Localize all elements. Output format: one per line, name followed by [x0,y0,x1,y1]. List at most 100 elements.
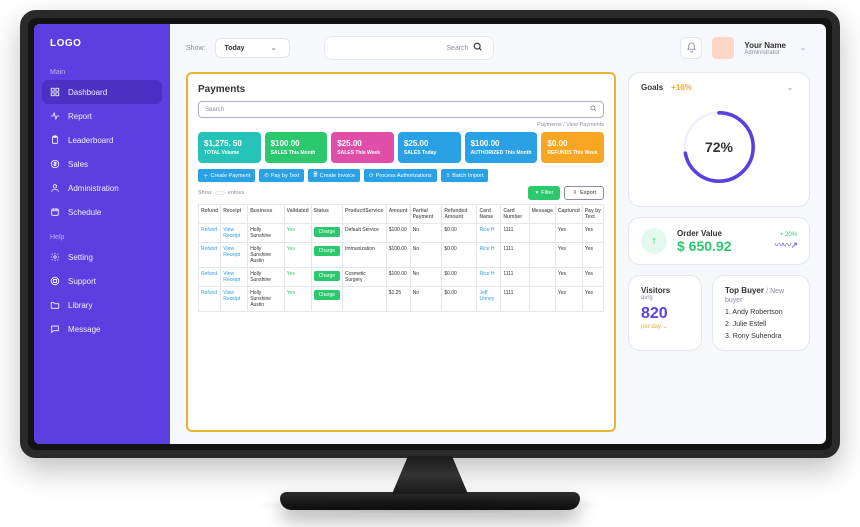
column-header[interactable]: Captured [555,205,582,224]
cell-pbt: Yes [582,268,603,287]
chevron-down-icon: ⌄ [267,44,281,52]
stat-card: $1,275. 50TOTAL Volume [198,132,261,163]
stat-card: $25.00SALES Today [398,132,461,163]
stat-value: $100.00 [471,139,532,148]
batch-import-button[interactable]: ⇪Batch Import [441,169,489,182]
cell-captured: Yes [555,224,582,243]
charge-button[interactable]: Charge [314,290,340,300]
process-authorizations-button[interactable]: ⟳Process Authorizations [364,169,437,182]
life-ring-icon [50,276,60,286]
sidebar-item-label: Library [68,301,92,310]
card-name-link[interactable]: Rice H [479,227,494,233]
order-value: $ 650.92 [677,238,764,254]
cell-pbt: Yes [582,287,603,312]
entries-select[interactable] [215,191,225,195]
payments-search[interactable]: Search [198,101,604,118]
card-name-link[interactable]: Rice H [479,271,494,277]
stat-card: $100.00SALES This Month [265,132,328,163]
cell-product: Immunization [343,243,387,268]
buyer-item: 1. Andy Robertson [725,309,797,316]
sidebar-item-library[interactable]: Library [34,293,170,317]
column-header[interactable]: Message [529,205,555,224]
sidebar-item-label: Message [68,325,100,334]
show-entries[interactable]: Show entries [198,190,244,196]
goals-percent: 72% [674,102,764,192]
global-search[interactable]: Search [324,36,494,60]
sidebar-item-schedule[interactable]: Schedule [34,200,170,224]
top-buyer-panel: Top Buyer / New buyer 1. Andy Robertson2… [712,275,810,351]
chevron-down-icon[interactable]: ⌄ [796,44,810,52]
create-payment-button[interactable]: ＋Create Payment [198,169,255,182]
table-row: RefundView ReceiptHolly Sunshine AustinY… [199,287,604,312]
chevron-down-icon[interactable]: ⌄ [783,83,797,92]
column-header[interactable]: Business [248,205,284,224]
sidebar-item-leaderboard[interactable]: Leaderboard [34,128,170,152]
breadcrumb: Payments / View Payments [198,122,604,128]
show-dropdown[interactable]: Today ⌄ [215,38,289,58]
table-row: RefundView ReceiptHolly SunshineYesCharg… [199,224,604,243]
visitors-title: Visitors [641,286,689,295]
payments-search-placeholder: Search [205,107,224,113]
buyer-item: 3. Rony Suhendra [725,333,797,340]
sidebar-item-label: Administration [68,184,119,193]
goals-title: Goals [641,83,663,92]
filter-button[interactable]: ▾ Filter [528,186,560,200]
show-value: Today [224,45,244,52]
table-row: RefundView ReceiptHolly Sunshine AustinY… [199,243,604,268]
view-receipt-link[interactable]: View Receipt [223,290,240,302]
column-header[interactable]: Refunded Amount [442,205,477,224]
column-header[interactable]: Pay by Text [582,205,603,224]
user-name: Your Name [744,41,786,50]
refund-link[interactable]: Refund [201,227,217,233]
view-receipt-link[interactable]: View Receipt [223,271,240,283]
column-header[interactable]: Card Name [477,205,501,224]
bell-icon [686,42,697,55]
sidebar-item-message[interactable]: Message [34,317,170,341]
cell-partial: No [410,224,442,243]
sidebar-item-sales[interactable]: Sales [34,152,170,176]
sidebar-item-administration[interactable]: Administration [34,176,170,200]
arrow-up-icon: ↑ [641,228,667,254]
column-header[interactable]: Validated [284,205,311,224]
avatar[interactable] [712,37,734,59]
column-header[interactable]: Card Number [501,205,529,224]
notifications-button[interactable] [680,37,702,59]
column-header[interactable]: Partial Payment [410,205,442,224]
column-header[interactable]: Product/Service [343,205,387,224]
charge-button[interactable]: Charge [314,271,340,281]
pay-by-text-button[interactable]: ✆Pay by Text [259,169,304,182]
card-name-link[interactable]: Jeff Linney [479,290,494,302]
create-invoice-button[interactable]: 🗎Create Invoice [308,169,360,182]
goals-gauge: 72% [674,102,764,192]
gear-icon [50,252,60,262]
user-menu[interactable]: Your Name Administrator [744,41,786,56]
sidebar-item-setting[interactable]: Setting [34,245,170,269]
sidebar-item-label: Leaderboard [68,136,113,145]
charge-button[interactable]: Charge [314,246,340,256]
view-receipt-link[interactable]: View Receipt [223,227,240,239]
order-value-panel: ↑ Order Value $ 650.92 + 20% 〰︎〰︎↗ [628,217,810,265]
trend-sparkline-icon: 〰︎〰︎↗ [774,238,797,251]
charge-button[interactable]: Charge [314,227,340,237]
cell-product: Cosmetic Surgery [343,268,387,287]
stat-value: $25.00 [337,139,388,148]
refund-link[interactable]: Refund [201,290,217,296]
view-receipt-link[interactable]: View Receipt [223,246,240,258]
card-name-link[interactable]: Rice H [479,246,494,252]
cell-product [343,287,387,312]
sidebar-item-support[interactable]: Support [34,269,170,293]
cell-card-number: 1111 [501,224,529,243]
column-header[interactable]: Receipt [221,205,248,224]
cell-partial: No [410,268,442,287]
sidebar-item-label: Support [68,277,96,286]
sidebar-item-report[interactable]: Report [34,104,170,128]
column-header[interactable]: Status [311,205,342,224]
sidebar-item-label: Sales [68,160,88,169]
column-header[interactable]: Refund [199,205,221,224]
export-button[interactable]: ⇩ Export [564,186,604,200]
refund-link[interactable]: Refund [201,271,217,277]
sidebar-item-dashboard[interactable]: Dashboard [42,80,162,104]
refund-link[interactable]: Refund [201,246,217,252]
column-header[interactable]: Amount [386,205,410,224]
cell-captured: Yes [555,243,582,268]
